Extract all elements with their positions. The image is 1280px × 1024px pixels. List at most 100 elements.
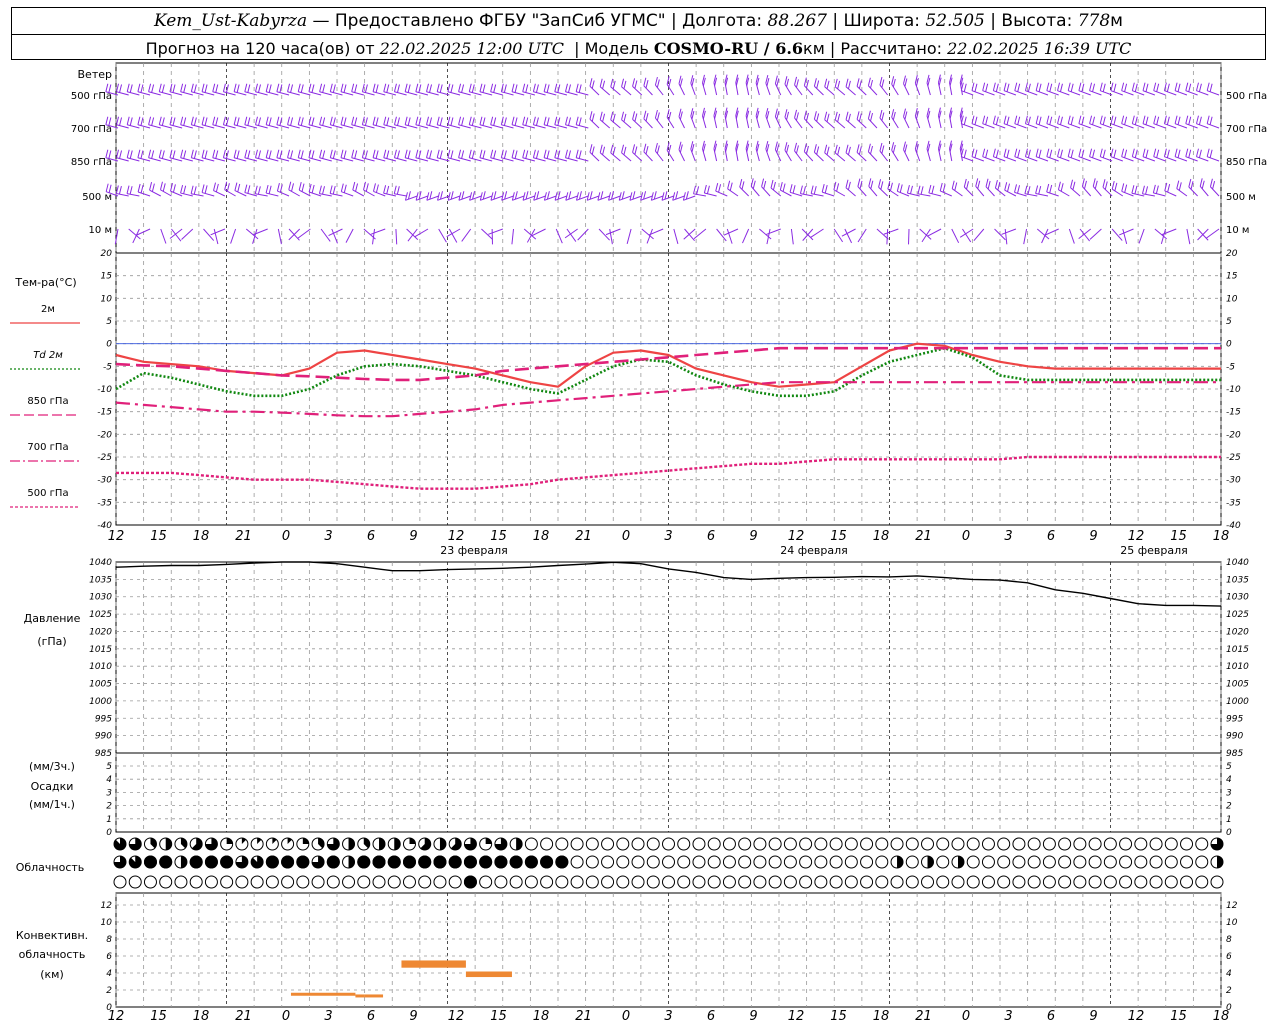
cloud-cover-circle bbox=[601, 875, 615, 889]
wind-barb-feather bbox=[504, 191, 508, 200]
wind-barb-feather bbox=[543, 149, 547, 158]
wind-barb-feather bbox=[254, 185, 258, 194]
wind-barb-feather bbox=[268, 117, 272, 126]
wind-barb-staff bbox=[288, 189, 300, 197]
date-label: 25 февраля bbox=[1120, 544, 1188, 557]
wind-barb-feather bbox=[995, 83, 999, 92]
wind-barb-feather bbox=[1131, 148, 1135, 157]
pressure-tick-left: 1035 bbox=[89, 575, 112, 585]
temp-tick-left: 5 bbox=[106, 317, 112, 327]
wind-barb-staff bbox=[1176, 188, 1188, 197]
wind-barb-staff bbox=[362, 91, 375, 96]
cloud-cover-circle-fill bbox=[143, 855, 157, 869]
wind-barb-feather bbox=[1102, 179, 1106, 188]
cloud-cover-circle bbox=[1134, 875, 1148, 889]
wind-barb-feather bbox=[1059, 116, 1063, 125]
wind-barb-feather bbox=[254, 116, 258, 125]
cloud-cover-circle bbox=[722, 855, 736, 869]
wind-barb-feather bbox=[776, 78, 780, 87]
wind-barb-feather bbox=[1190, 181, 1194, 190]
wind-barb-feather bbox=[319, 83, 323, 92]
date-label: 23 февраля bbox=[440, 544, 508, 557]
cloud-cover-circle bbox=[1195, 855, 1209, 869]
wind-barb-feather bbox=[386, 117, 390, 126]
wind-barb-feather bbox=[1110, 82, 1114, 91]
wind-barb-staff bbox=[1089, 123, 1102, 129]
cloud-cover-circle bbox=[936, 837, 950, 851]
wind-barb-feather bbox=[1113, 83, 1117, 92]
wind-barb-feather bbox=[418, 117, 422, 126]
wind-barb-staff bbox=[589, 118, 600, 129]
wind-barb-staff bbox=[632, 119, 643, 129]
convective-cloud-bar bbox=[355, 994, 365, 998]
wind-barb-feather bbox=[1124, 149, 1128, 158]
wind-barb-feather bbox=[752, 180, 756, 189]
wind-barb-feather bbox=[322, 186, 325, 195]
wind-barb-feather bbox=[779, 181, 783, 191]
wind-barb-staff bbox=[1058, 189, 1070, 197]
cloud-cover-circle bbox=[570, 837, 584, 851]
wind-barb-feather bbox=[148, 83, 152, 92]
wind-barb-staff bbox=[742, 228, 750, 244]
wind-barb-feather bbox=[1060, 183, 1064, 192]
hour-tick-label-bottom: 15 bbox=[830, 1009, 847, 1024]
cloud-cover-circle bbox=[555, 875, 569, 889]
hour-tick-label: 0 bbox=[282, 529, 290, 544]
wind-barb-feather bbox=[1198, 149, 1202, 158]
wind-barb-feather bbox=[904, 144, 908, 153]
pressure-title: Давление bbox=[24, 612, 81, 625]
wind-barb-feather bbox=[1209, 116, 1213, 125]
wind-barb-staff bbox=[794, 117, 803, 129]
precip-tick-left: 1 bbox=[106, 815, 112, 825]
wind-barb-feather bbox=[458, 149, 462, 158]
wind-barb-feather bbox=[1092, 178, 1096, 187]
wind-barb-feather bbox=[679, 144, 683, 153]
wind-barb-feather bbox=[589, 191, 593, 200]
wind-barb-staff bbox=[1196, 156, 1209, 162]
cloud-cover-circle bbox=[570, 855, 584, 869]
cloud-cover-circle bbox=[646, 875, 660, 889]
wind-barb-feather bbox=[514, 117, 518, 126]
wind-barb-staff bbox=[372, 91, 386, 96]
wind-barb-staff bbox=[266, 91, 279, 96]
wind-barb-feather bbox=[982, 82, 986, 91]
wind-barb-feather bbox=[554, 83, 558, 92]
wind-barb-feather bbox=[1174, 82, 1178, 91]
wind-barb-feather bbox=[795, 112, 799, 121]
wind-barb-feather bbox=[511, 149, 515, 158]
wind-barb-feather bbox=[856, 144, 860, 153]
wind-barb-feather bbox=[300, 150, 304, 159]
cloud-cover-circle bbox=[905, 855, 919, 869]
cloud-cover-circle-fill bbox=[1217, 856, 1223, 868]
hour-tick-label: 21 bbox=[575, 529, 592, 544]
wind-barb-feather bbox=[265, 83, 269, 92]
wind-barb-feather bbox=[291, 183, 294, 192]
wind-barb-feather bbox=[479, 83, 483, 92]
wind-level-label-right: 850 гПа bbox=[1226, 157, 1267, 168]
wind-barb-feather bbox=[1121, 115, 1125, 124]
wind-barb-feather bbox=[632, 191, 636, 200]
wind-barb-staff bbox=[1068, 123, 1081, 129]
cloud-cover-circle-fill bbox=[204, 855, 218, 869]
wind-barb-feather bbox=[1024, 185, 1028, 194]
convective-tick-left: 10 bbox=[101, 918, 113, 928]
wind-barb-feather bbox=[1059, 149, 1063, 158]
wind-barb-staff bbox=[169, 157, 183, 162]
wind-barb-feather bbox=[119, 84, 123, 93]
wind-barb-staff bbox=[458, 91, 471, 96]
wind-barb-staff bbox=[479, 124, 493, 129]
wind-barb-feather bbox=[265, 184, 269, 194]
wind-barb-feather bbox=[564, 83, 568, 92]
wind-barb-feather bbox=[458, 116, 462, 125]
wind-barb-feather bbox=[1099, 148, 1103, 157]
wind-barb-feather bbox=[770, 179, 774, 189]
cloud-cover-circle bbox=[1073, 855, 1087, 869]
hour-tick-label-bottom: 3 bbox=[1004, 1009, 1012, 1024]
wind-barb-feather bbox=[589, 78, 593, 87]
wind-barb-feather bbox=[479, 149, 483, 158]
wind-barb-feather bbox=[1024, 148, 1028, 157]
cloud-cover-circle bbox=[1164, 855, 1178, 869]
pressure-tick-right: 1030 bbox=[1226, 593, 1249, 603]
wind-barb-feather bbox=[1049, 83, 1053, 92]
wind-barb-feather bbox=[880, 181, 884, 190]
